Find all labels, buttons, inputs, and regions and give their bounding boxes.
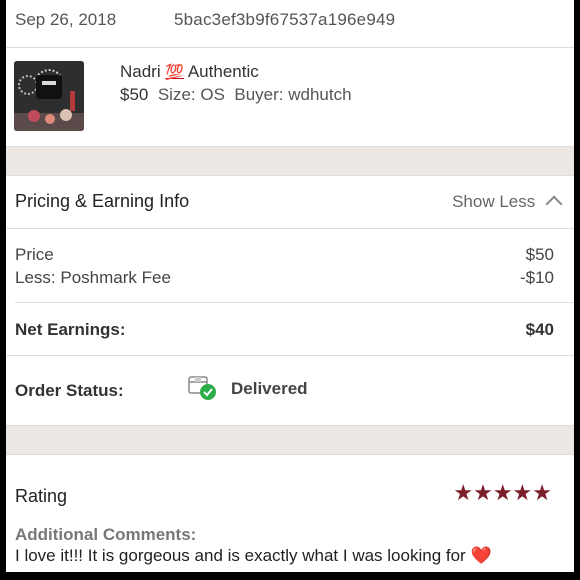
pricing-section-title: Pricing & Earning Info <box>15 191 190 211</box>
divider <box>15 302 574 303</box>
comment-body: I love it!!! It is gorgeous and is exact… <box>15 546 466 565</box>
hundred-emoji-icon: 💯 <box>165 64 185 81</box>
rating-stars: ★★★★★ <box>453 480 552 505</box>
additional-comments-label: Additional Comments: <box>15 525 197 544</box>
item-meta: $50 Size: OS Buyer: wdhutch <box>120 85 352 105</box>
item-size: Size: OS <box>157 85 225 104</box>
item-price: $50 <box>120 85 149 104</box>
price-row: Price $50 <box>15 245 554 265</box>
show-less-label: Show Less <box>452 192 536 211</box>
item-thumbnail[interactable] <box>14 61 84 131</box>
price-value: $50 <box>525 245 554 264</box>
item-title[interactable]: Nadri 💯 Authentic <box>120 62 259 82</box>
item-brand: Nadri <box>120 62 161 81</box>
divider <box>6 228 574 229</box>
fee-value: -$10 <box>519 268 554 287</box>
net-earnings-value: $40 <box>525 320 554 339</box>
order-detail-screen: Sep 26, 2018 5bac3ef3b9f67537a196e949 Na… <box>6 0 574 572</box>
section-separator <box>6 425 574 455</box>
show-less-toggle[interactable]: Show Less <box>452 192 563 213</box>
net-earnings-row: Net Earnings: $40 <box>15 320 554 340</box>
heart-icon: ❤️ <box>470 546 492 565</box>
item-buyer: Buyer: wdhutch <box>234 85 352 104</box>
rating-title: Rating <box>15 486 68 506</box>
bag-image-icon <box>14 61 84 131</box>
comment-text: I love it!!! It is gorgeous and is exact… <box>15 546 492 566</box>
fee-row: Less: Poshmark Fee -$10 <box>15 268 554 288</box>
item-condition: Authentic <box>187 62 259 81</box>
order-date: Sep 26, 2018 <box>15 10 117 29</box>
price-label: Price <box>15 245 54 264</box>
delivered-box-icon <box>188 376 216 400</box>
section-separator <box>6 146 574 176</box>
order-status-value: Delivered <box>231 379 308 398</box>
fee-label: Less: Poshmark Fee <box>15 268 171 287</box>
order-status-label: Order Status: <box>15 381 124 400</box>
chevron-up-icon <box>545 195 563 213</box>
order-item[interactable]: Nadri 💯 Authentic $50 Size: OS Buyer: wd… <box>6 48 574 145</box>
divider <box>6 355 574 356</box>
order-header: Sep 26, 2018 5bac3ef3b9f67537a196e949 <box>6 0 574 48</box>
net-earnings-label: Net Earnings: <box>15 320 126 339</box>
order-id: 5bac3ef3b9f67537a196e949 <box>174 10 396 29</box>
